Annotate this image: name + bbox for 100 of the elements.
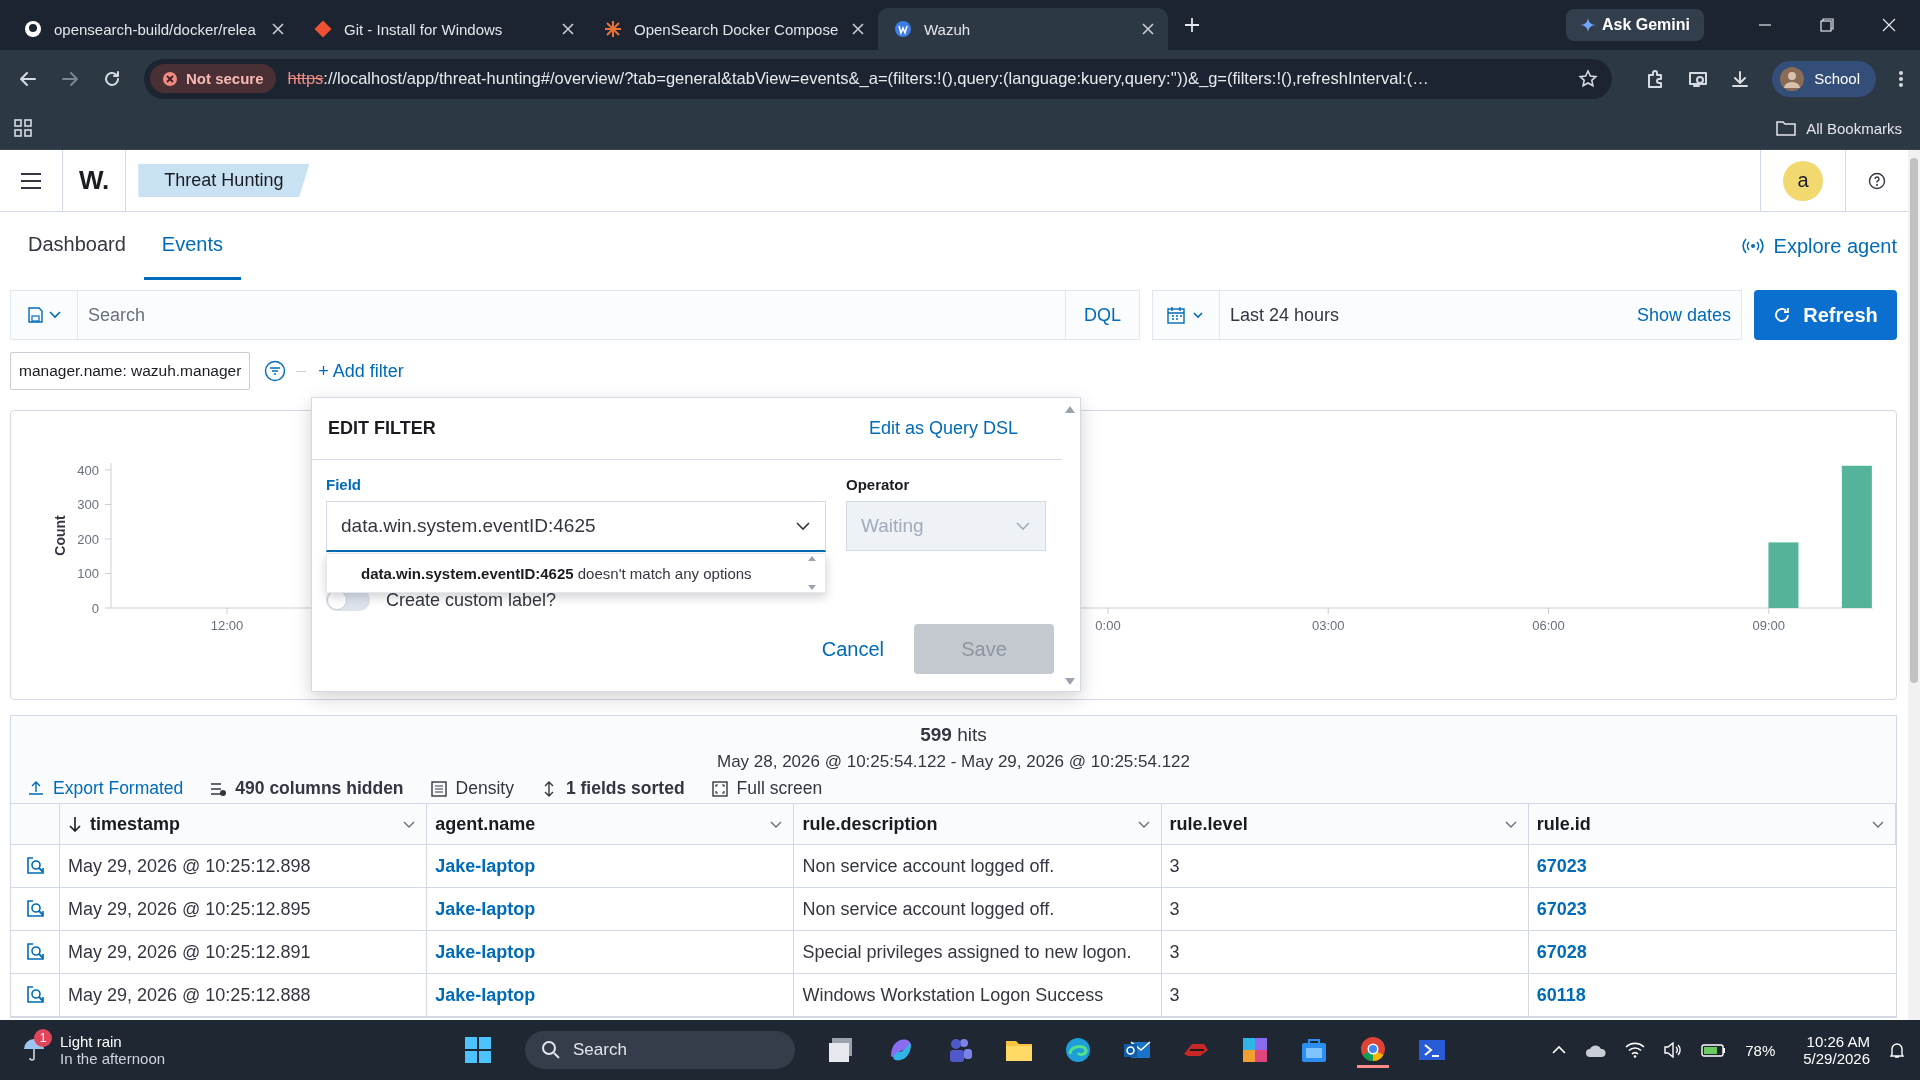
- filter-menu-icon[interactable]: [264, 360, 287, 382]
- menu-dots-icon[interactable]: [1898, 68, 1904, 89]
- axis-tick-label: 100: [77, 566, 99, 582]
- close-icon[interactable]: [272, 23, 284, 35]
- taskbar-search[interactable]: Search: [525, 1031, 795, 1069]
- table-cell: 3: [1169, 898, 1180, 920]
- profile-button[interactable]: School: [1772, 60, 1876, 97]
- ask-gemini-button[interactable]: Ask Gemini: [1565, 9, 1704, 41]
- table-link[interactable]: 67023: [1536, 898, 1587, 920]
- tab[interactable]: Events: [143, 212, 241, 280]
- table-link[interactable]: Jake-laptop: [435, 855, 536, 877]
- table-link[interactable]: Jake-laptop: [435, 941, 536, 963]
- tab[interactable]: Dashboard: [10, 212, 144, 280]
- w-logo-icon: [894, 20, 912, 38]
- bell-icon[interactable]: [1888, 1041, 1906, 1059]
- breadcrumb[interactable]: Threat Hunting: [138, 164, 310, 197]
- table-link[interactable]: Jake-laptop: [435, 984, 536, 1006]
- close-icon[interactable]: [852, 23, 864, 35]
- density-icon: [429, 779, 448, 798]
- add-filter-link[interactable]: + Add filter: [318, 360, 404, 382]
- url-text: https://localhost/app/threat-hunting#/overview/?tab=general&tabView=events&_a=(filters:!(),query:(language:kuery,query:''))&_g=(filters:!(),refreshInterval:(…: [287, 69, 1430, 88]
- not-secure-chip[interactable]: Not secure: [150, 64, 276, 93]
- inspect-icon[interactable]: [25, 985, 45, 1005]
- inspect-icon[interactable]: [25, 899, 45, 919]
- column-header[interactable]: timestamp: [60, 804, 428, 845]
- scroll-down-icon[interactable]: [1064, 677, 1076, 687]
- tab-title: Git - Install for Windows: [344, 20, 504, 38]
- field-label: Field: [326, 476, 362, 493]
- table-cell: Windows Workstation Logon Success: [802, 984, 1104, 1006]
- tab-title: opensearch-build/docker/relea: [54, 20, 257, 38]
- table-cell: May 29, 2026 @ 10:25:12.895: [68, 898, 311, 920]
- tab-title: Wazuh: [924, 20, 972, 38]
- help-icon[interactable]: [1868, 171, 1886, 190]
- toolbar-button[interactable]: 1 fields sorted: [539, 778, 685, 799]
- browser-tab[interactable]: OpenSearch Docker Compose: [588, 8, 878, 50]
- filter-pill[interactable]: manager.name: wazuh.manager: [10, 352, 251, 390]
- cloud-icon[interactable]: [1585, 1042, 1608, 1058]
- apps-grid-icon[interactable]: [14, 119, 32, 137]
- close-icon[interactable]: [562, 23, 574, 35]
- wifi-icon[interactable]: [1625, 1042, 1646, 1058]
- browser-tab[interactable]: opensearch-build/docker/relea: [8, 8, 298, 50]
- antenna-icon: [1741, 236, 1764, 256]
- table-link[interactable]: 60118: [1536, 984, 1586, 1006]
- address-bar[interactable]: Not secure https://localhost/app/threat-hunting#/overview/?tab=general&tabView=events&_a=(filters:!(),query:(language:kuery,query:''))&_g=(filters:!(),refreshInterval:(…: [144, 58, 1613, 99]
- search-field[interactable]: Search: [78, 291, 1065, 339]
- date-range: May 28, 2026 @ 10:25:54.122 - May 29, 2026 @ 10:25:54.122: [716, 752, 1191, 772]
- user-avatar[interactable]: a: [1783, 160, 1823, 201]
- scrollbar-thumb[interactable]: [1910, 158, 1918, 683]
- toolbar-button[interactable]: Full screen: [710, 778, 823, 799]
- column-header[interactable]: agent.name: [427, 804, 795, 845]
- query-dsl-link[interactable]: Edit as Query DSL: [868, 418, 1018, 439]
- axis-tick-label: 300: [77, 497, 99, 513]
- restore-icon[interactable]: [1820, 18, 1834, 32]
- field-combobox[interactable]: data.win.system.eventID:4625: [326, 501, 826, 552]
- axis-tick-label: 03:00: [1311, 618, 1345, 633]
- search-bar[interactable]: Search DQL: [10, 290, 1140, 340]
- column-header[interactable]: rule.description: [794, 804, 1162, 845]
- table-link[interactable]: Jake-laptop: [435, 898, 536, 920]
- cancel-button[interactable]: Cancel: [821, 637, 884, 661]
- scrollbar[interactable]: [1908, 150, 1920, 1020]
- reload-icon[interactable]: [102, 68, 122, 89]
- browser-tab[interactable]: Git - Install for Windows: [298, 8, 588, 50]
- explore-agent-link[interactable]: Explore agent: [1741, 212, 1897, 280]
- inspect-icon[interactable]: [25, 856, 45, 876]
- table-link[interactable]: 67028: [1536, 941, 1587, 963]
- toolbar-button[interactable]: Density: [429, 778, 514, 799]
- table-link[interactable]: 67023: [1536, 855, 1587, 877]
- axis-tick-label: 06:00: [1532, 618, 1565, 633]
- axis-tick-label: 12:00: [210, 618, 244, 633]
- star-burst-icon: [604, 20, 622, 38]
- save-icon: [27, 306, 61, 324]
- toolbar-button[interactable]: Export Formated: [27, 778, 184, 799]
- download-icon[interactable]: [1730, 68, 1751, 89]
- avatar-icon: [1780, 66, 1805, 91]
- column-header[interactable]: rule.level: [1161, 804, 1529, 845]
- show-dates-link[interactable]: Show dates: [1636, 304, 1741, 326]
- axis-title: Count: [52, 515, 68, 556]
- browser-tab[interactable]: Wazuh: [878, 8, 1168, 50]
- tab-title: OpenSearch Docker Compose: [634, 20, 840, 38]
- export-icon: [27, 779, 45, 798]
- column-header[interactable]: rule.id: [1528, 804, 1896, 845]
- scroll-up-icon[interactable]: [1064, 404, 1076, 414]
- app-logo[interactable]: W.: [79, 165, 110, 196]
- battery-icon[interactable]: [1701, 1042, 1728, 1058]
- refresh-button[interactable]: Refresh: [1754, 290, 1897, 340]
- inspect-icon[interactable]: [25, 942, 45, 962]
- star-icon[interactable]: [1578, 68, 1599, 89]
- toolbar-button[interactable]: 490 columns hidden: [209, 778, 404, 799]
- popover-title: EDIT FILTER: [328, 418, 436, 439]
- table-cell: Non service account logged off.: [802, 898, 1055, 920]
- speaker-icon[interactable]: [1663, 1042, 1684, 1058]
- clock[interactable]: 10:26 AM 5/29/2026: [1803, 1033, 1870, 1067]
- language-toggle[interactable]: DQL: [1065, 291, 1139, 339]
- close-icon[interactable]: [1142, 23, 1154, 35]
- plus-icon[interactable]: [1184, 17, 1200, 33]
- menu-icon[interactable]: [20, 171, 42, 190]
- all-bookmarks-button[interactable]: All Bookmarks: [1776, 119, 1902, 137]
- windows-logo-icon[interactable]: [462, 1034, 494, 1066]
- calendar-icon: [1167, 306, 1205, 324]
- close-icon[interactable]: [1882, 18, 1896, 32]
